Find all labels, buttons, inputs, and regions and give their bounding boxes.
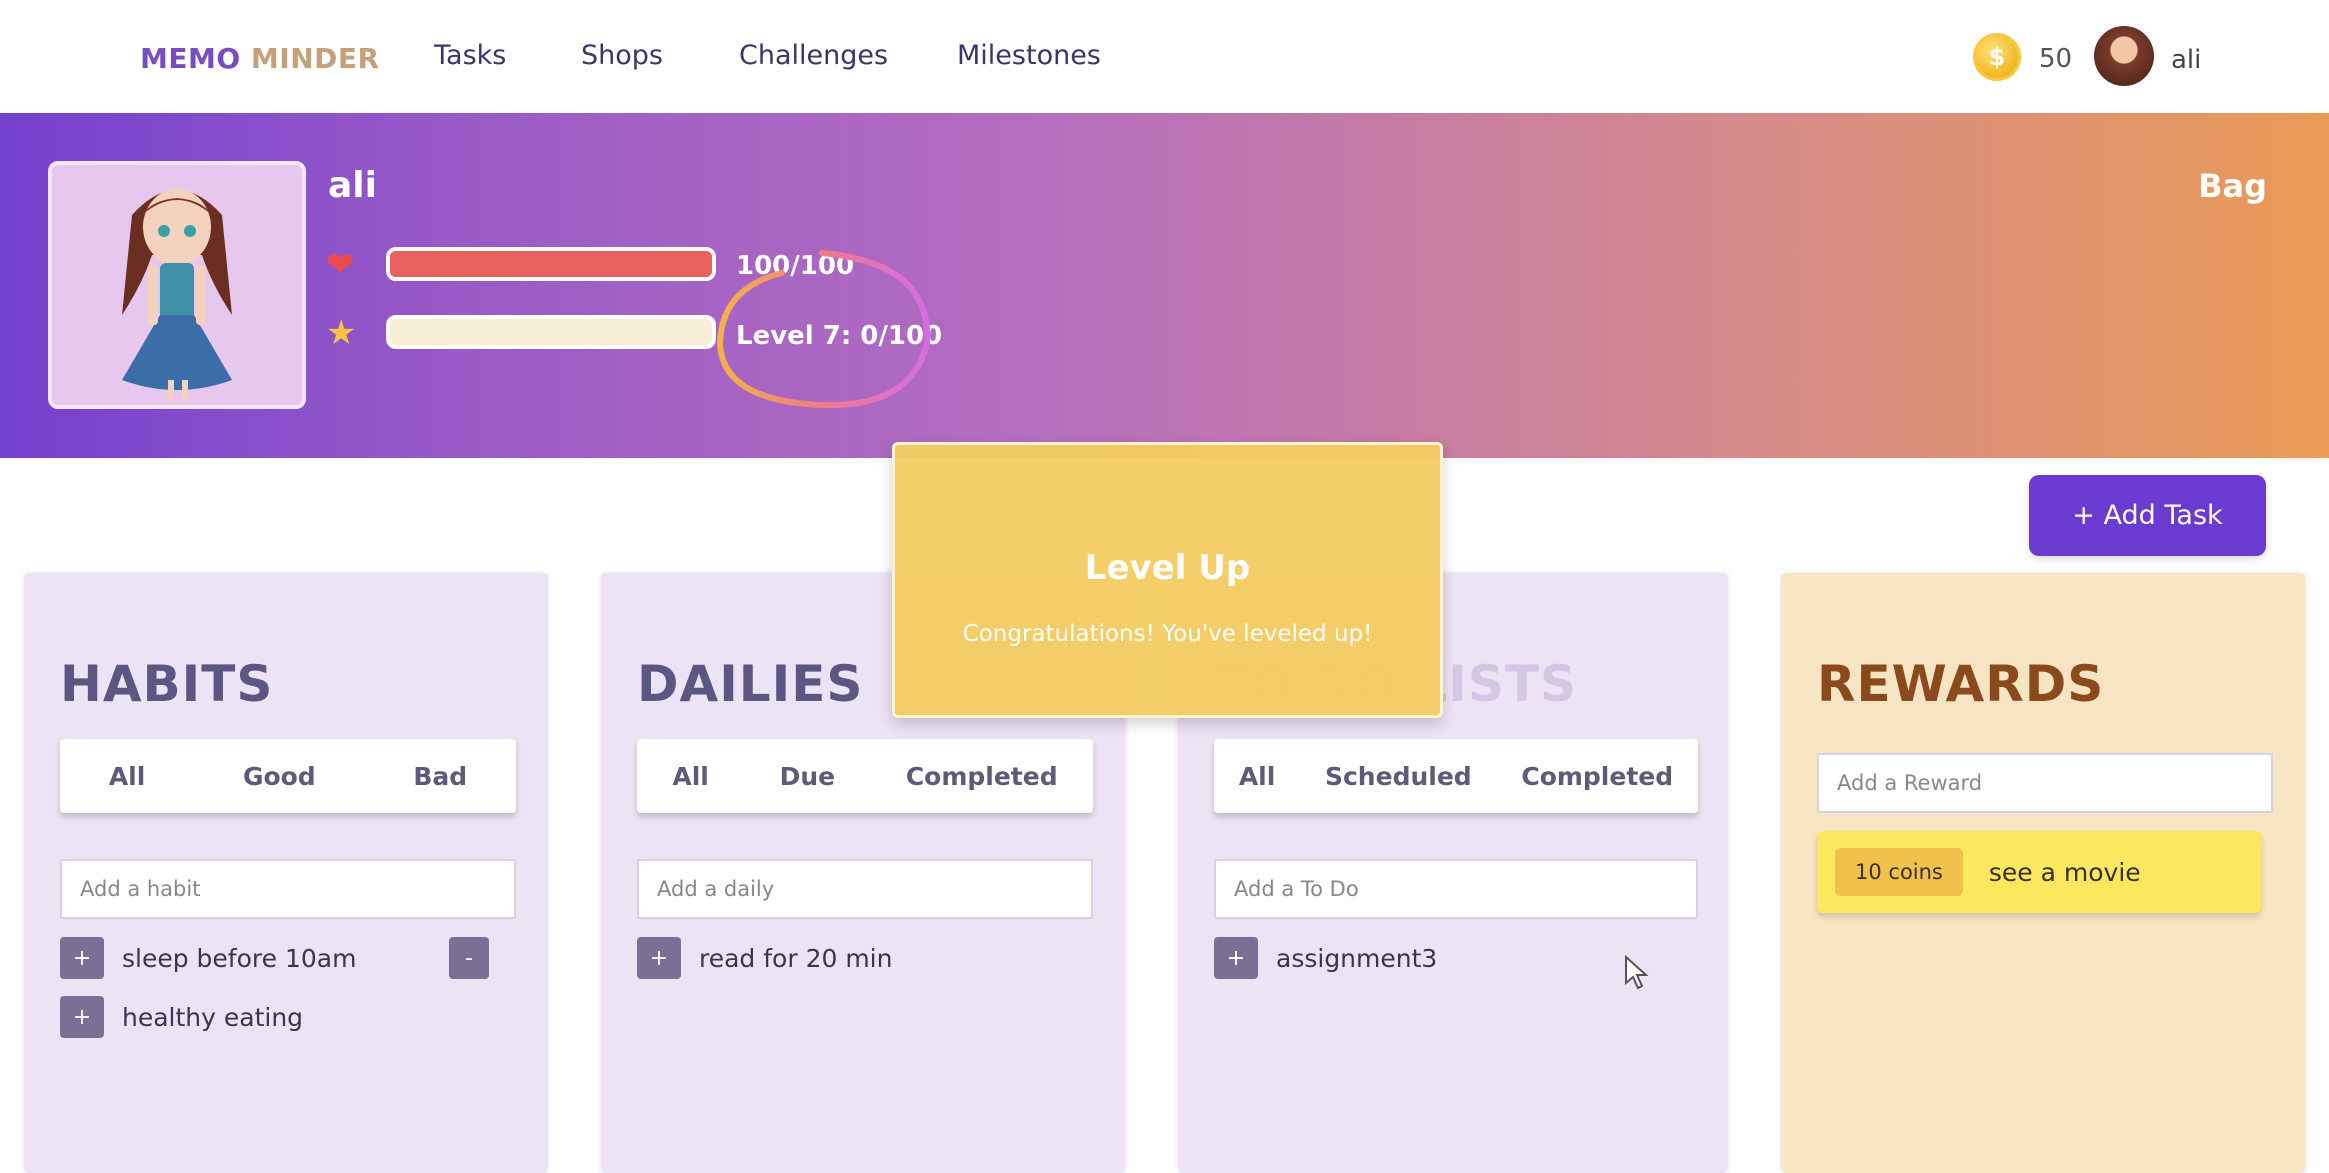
- todos-filter-all[interactable]: All: [1239, 762, 1276, 791]
- add-daily-input[interactable]: [637, 859, 1093, 919]
- rewards-title: REWARDS: [1817, 655, 2105, 713]
- habit-item: + sleep before 10am: [60, 937, 356, 979]
- todo-label: assignment3: [1276, 943, 1438, 973]
- habits-filter-bad[interactable]: Bad: [413, 762, 467, 791]
- habit-minus-button[interactable]: -: [449, 937, 489, 979]
- dailies-filter-all[interactable]: All: [672, 762, 709, 791]
- rewards-column: REWARDS 10 coins see a movie: [1781, 573, 2305, 1173]
- habit-label: sleep before 10am: [122, 943, 357, 973]
- todos-filter-scheduled[interactable]: Scheduled: [1325, 762, 1472, 791]
- todo-item: + assignment3: [1214, 937, 1437, 979]
- todos-filter-completed[interactable]: Completed: [1521, 762, 1673, 791]
- daily-item: + read for 20 min: [637, 937, 892, 979]
- health-bar: [386, 247, 716, 281]
- modal-message: Congratulations! You've leveled up!: [962, 621, 1373, 647]
- profile-banner: ali ❤ 100/100 ★ Level 7: 0/100 Bag: [0, 113, 2329, 458]
- xp-bar: [386, 315, 716, 349]
- coin-icon: $: [1973, 33, 2021, 81]
- level-up-modal: Level Up Congratulations! You've leveled…: [892, 442, 1443, 718]
- habit-plus-button[interactable]: +: [60, 996, 104, 1038]
- mouse-cursor-icon: [1625, 955, 1649, 990]
- profile-name: ali: [328, 165, 377, 206]
- add-task-button[interactable]: + Add Task: [2029, 475, 2266, 556]
- reward-cost-badge: 10 coins: [1835, 848, 1963, 896]
- logo-part-memo: MEMO: [140, 42, 241, 75]
- daily-label: read for 20 min: [699, 943, 893, 973]
- character-portrait: [48, 161, 306, 409]
- habits-column: HABITS All Good Bad + sleep before 10am …: [24, 573, 548, 1173]
- logo-part-minder: MINDER: [250, 42, 380, 75]
- character-illustration: [122, 189, 232, 402]
- add-habit-input[interactable]: [60, 859, 516, 919]
- top-nav: MEMO MINDER Tasks Shops Challenges Miles…: [0, 0, 2329, 114]
- habit-plus-button[interactable]: +: [60, 937, 104, 979]
- modal-title: Level Up: [1084, 548, 1251, 588]
- dailies-title: DAILIES: [637, 655, 864, 713]
- habits-filter-tabs: All Good Bad: [60, 739, 516, 813]
- reward-label: see a movie: [1988, 857, 2141, 887]
- bag-button[interactable]: Bag: [2198, 167, 2267, 205]
- reward-item[interactable]: 10 coins see a movie: [1817, 831, 2261, 913]
- level-highlight-circle: [716, 250, 931, 409]
- todo-plus-button[interactable]: +: [1214, 937, 1258, 979]
- dailies-filter-completed[interactable]: Completed: [906, 762, 1058, 791]
- star-icon: ★: [326, 313, 357, 353]
- nav-link-tasks[interactable]: Tasks: [434, 40, 506, 71]
- coin-count: 50: [2039, 44, 2073, 74]
- nav-username[interactable]: ali: [2171, 45, 2201, 75]
- dailies-filter-due[interactable]: Due: [780, 762, 836, 791]
- heart-icon: ❤: [326, 245, 355, 285]
- nav-link-shops[interactable]: Shops: [581, 40, 663, 71]
- habits-filter-good[interactable]: Good: [243, 762, 316, 791]
- add-todo-input[interactable]: [1214, 859, 1698, 919]
- habits-filter-all[interactable]: All: [109, 762, 146, 791]
- habit-item: + healthy eating: [60, 996, 303, 1038]
- todos-filter-tabs: All Scheduled Completed: [1214, 739, 1698, 813]
- add-reward-input[interactable]: [1817, 753, 2273, 813]
- nav-link-milestones[interactable]: Milestones: [957, 40, 1101, 71]
- habits-title: HABITS: [60, 655, 274, 713]
- app-logo[interactable]: MEMO MINDER: [140, 42, 380, 75]
- health-bar-fill: [390, 251, 712, 277]
- nav-link-challenges[interactable]: Challenges: [739, 40, 888, 71]
- user-avatar[interactable]: [2094, 26, 2154, 86]
- daily-plus-button[interactable]: +: [637, 937, 681, 979]
- dailies-filter-tabs: All Due Completed: [637, 739, 1093, 813]
- habit-label: healthy eating: [122, 1002, 304, 1032]
